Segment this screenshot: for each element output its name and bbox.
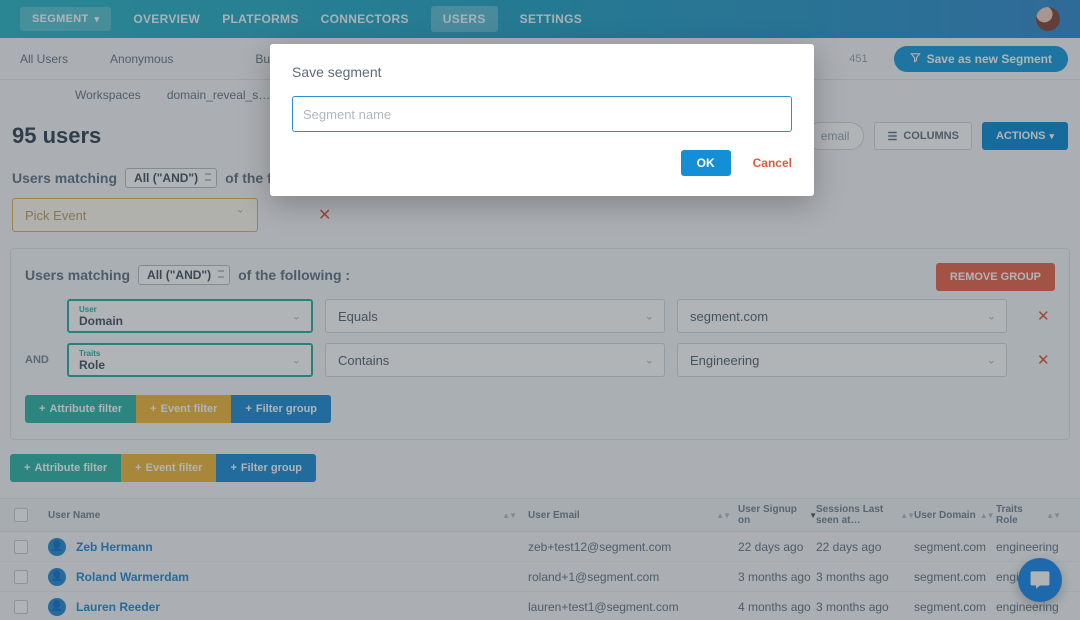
modal-title: Save segment — [292, 64, 792, 80]
segment-name-input[interactable] — [292, 96, 792, 132]
ok-button[interactable]: OK — [681, 150, 731, 176]
save-segment-modal: Save segment OK Cancel — [270, 44, 814, 196]
cancel-link[interactable]: Cancel — [753, 156, 792, 170]
